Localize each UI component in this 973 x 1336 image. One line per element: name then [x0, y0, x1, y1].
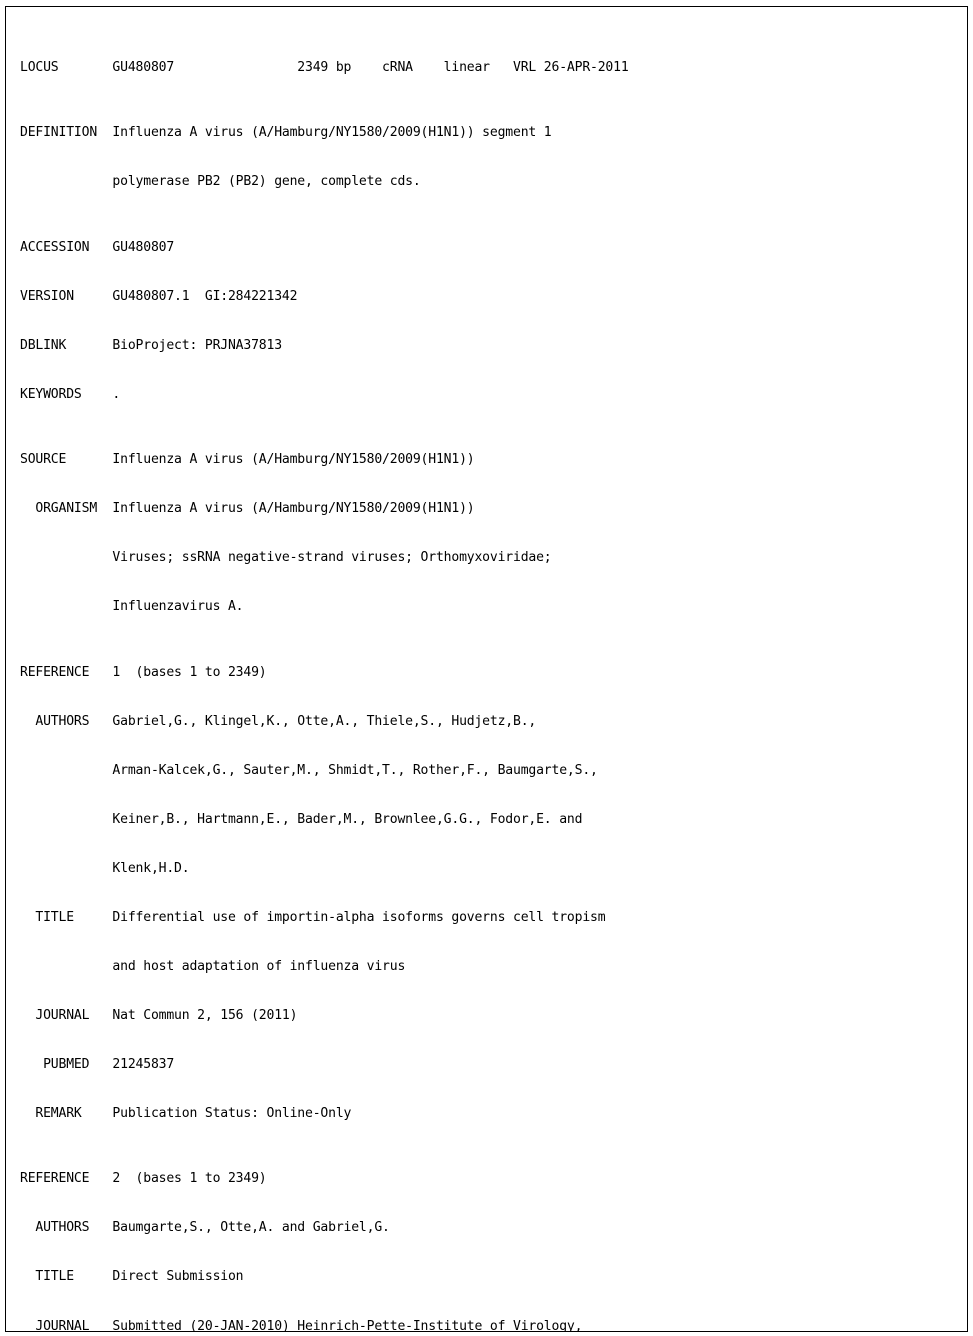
reference-2-title-line: TITLE Direct Submission — [20, 1269, 244, 1285]
genbank-record-page: LOCUS GU480807 2349 bp cRNA linear VRL 2… — [0, 0, 973, 1336]
definition-line-2: polymerase PB2 (PB2) gene, complete cds. — [20, 174, 421, 190]
reference-1-authors-line-2: Arman-Kalcek,G., Sauter,M., Shmidt,T., R… — [20, 762, 598, 778]
locus-line: LOCUS GU480807 2349 bp cRNA linear VRL 2… — [20, 60, 629, 76]
reference-2-line: REFERENCE 2 (bases 1 to 2349) — [20, 1171, 267, 1187]
record-frame: LOCUS GU480807 2349 bp cRNA linear VRL 2… — [5, 6, 968, 1332]
reference-1-line: REFERENCE 1 (bases 1 to 2349) — [20, 664, 267, 680]
accession-line: ACCESSION GU480807 — [20, 239, 175, 255]
definition-line-1: DEFINITION Influenza A virus (A/Hamburg/… — [20, 125, 552, 141]
reference-1-remark-line: REMARK Publication Status: Online-Only — [20, 1106, 352, 1122]
reference-1-journal-line: JOURNAL Nat Commun 2, 156 (2011) — [20, 1007, 298, 1023]
reference-1-title-line-1: TITLE Differential use of importin-alpha… — [20, 909, 606, 925]
source-line: SOURCE Influenza A virus (A/Hamburg/NY15… — [20, 452, 475, 468]
reference-1-authors-line-3: Keiner,B., Hartmann,E., Bader,M., Brownl… — [20, 811, 583, 827]
reference-1-pubmed-line: PUBMED 21245837 — [20, 1057, 175, 1072]
record-text: LOCUS GU480807 2349 bp cRNA linear VRL 2… — [6, 11, 967, 1332]
version-line: VERSION GU480807.1 GI:284221342 — [20, 288, 298, 304]
reference-1-authors-line-1: AUTHORS Gabriel,G., Klingel,K., Otte,A.,… — [20, 713, 537, 729]
reference-2-authors-line: AUTHORS Baumgarte,S., Otte,A. and Gabrie… — [20, 1220, 390, 1236]
taxonomy-line-1: Viruses; ssRNA negative-strand viruses; … — [20, 550, 552, 566]
reference-1-title-line-2: and host adaptation of influenza virus — [20, 958, 406, 974]
taxonomy-line-2: Influenzavirus A. — [20, 599, 244, 615]
reference-1-authors-line-4: Klenk,H.D. — [20, 860, 190, 876]
reference-2-journal-line-1: JOURNAL Submitted (20-JAN-2010) Heinrich… — [20, 1318, 583, 1332]
dblink-line: DBLINK BioProject: PRJNA37813 — [20, 337, 282, 353]
keywords-line: KEYWORDS . — [20, 386, 121, 402]
organism-line: ORGANISM Influenza A virus (A/Hamburg/NY… — [20, 501, 475, 517]
